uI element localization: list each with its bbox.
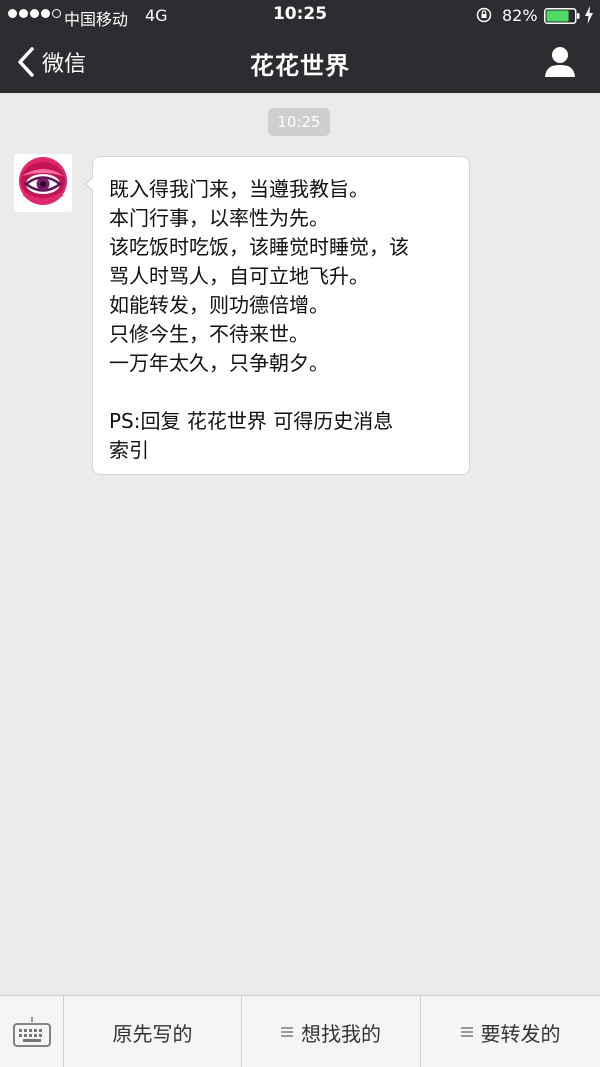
charging-bolt-icon (585, 6, 593, 24)
menu-bar: 原先写的 想找我的 要转发的 (0, 995, 600, 1067)
message-line: 如能转发，则功德倍增。 (109, 293, 329, 317)
lips-eye-logo-icon (19, 157, 67, 205)
submenu-icon (460, 1025, 473, 1039)
keyboard-toggle-button[interactable] (0, 996, 64, 1067)
person-icon (545, 47, 575, 77)
chat-title: 花花世界 (250, 52, 350, 80)
message-line: 一万年太久，只争朝夕。 (109, 351, 329, 375)
menu-button-label: 要转发的 (480, 1021, 561, 1046)
message-line: 既入得我门来，当遵我教旨。 (109, 177, 369, 201)
message-line: 骂人时骂人，自可立地飞升。 (109, 264, 369, 288)
message-line: PS:回复 花花世界 可得历史消息 (109, 409, 394, 433)
menu-button-find[interactable]: 想找我的 (242, 996, 421, 1067)
top-bar: 中国移动 4G 10:25 82% 微信 花花世界 (0, 0, 600, 93)
battery-percent: 82% (502, 6, 538, 25)
battery-icon (544, 8, 580, 24)
bubble-tail-inner (86, 177, 94, 191)
nav-bar: 微信 花花世界 (0, 32, 600, 93)
submenu-icon (281, 1025, 293, 1039)
menu-button-label: 想找我的 (301, 1021, 381, 1046)
menu-button-label: 原先写的 (112, 1021, 193, 1046)
message-line: 索引 (109, 438, 149, 462)
message-line: 本门行事，以率性为先。 (109, 206, 329, 230)
message-line: 该吃饭时吃饭，该睡觉时睡觉，该 (109, 235, 409, 259)
profile-button[interactable] (540, 44, 580, 80)
rotation-lock-icon (476, 7, 492, 23)
message-timestamp: 10:25 (268, 108, 330, 136)
message-bubble[interactable]: 既入得我门来，当遵我教旨。 本门行事，以率性为先。 该吃饭时吃饭，该睡觉时睡觉，… (92, 156, 470, 475)
status-bar: 中国移动 4G 10:25 82% (0, 0, 600, 32)
keyboard-icon (13, 1017, 51, 1047)
avatar[interactable] (14, 154, 72, 212)
menu-button-share[interactable]: 要转发的 (421, 996, 600, 1067)
message-line: 只修今生，不待来世。 (109, 322, 309, 346)
menu-button-history[interactable]: 原先写的 (64, 996, 242, 1067)
